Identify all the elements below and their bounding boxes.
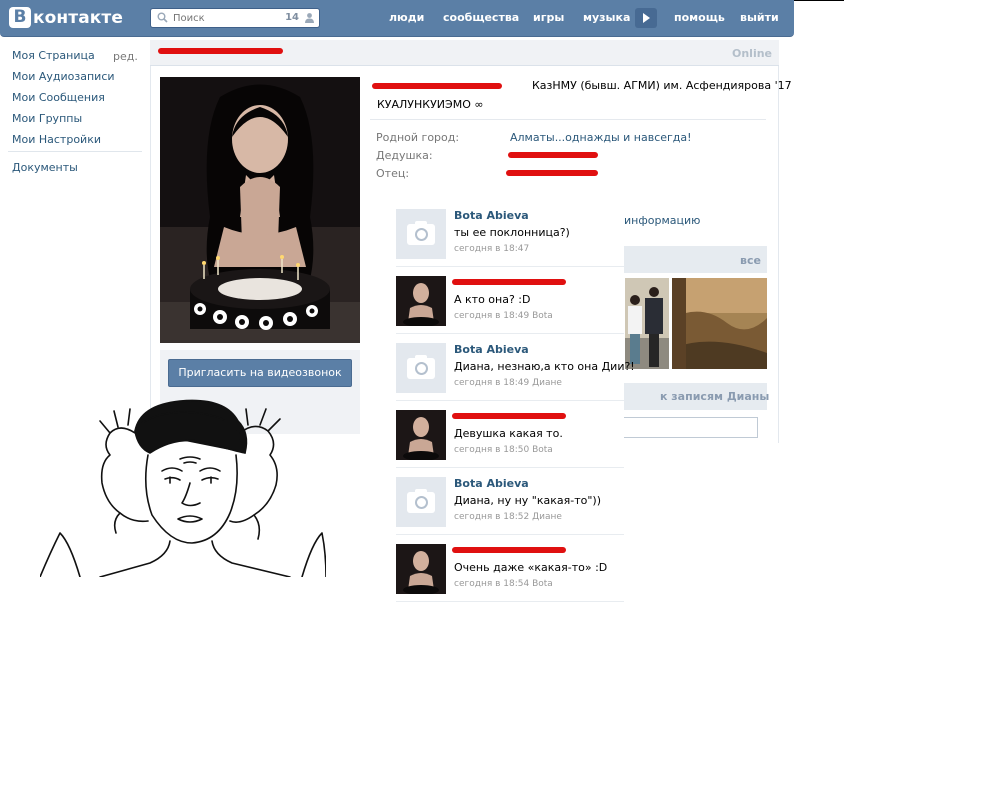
avatar[interactable] [396,276,446,326]
redacted-name [372,83,502,89]
search-box[interactable]: 14 [150,8,320,28]
redacted-father [506,170,598,176]
comment-item: Bota Abieva ты ее поклонница?) сегодня в… [396,200,624,267]
comment-author[interactable]: Bota Abieva [454,343,529,356]
comment-author[interactable]: Bota Abieva [454,477,529,490]
camera-icon[interactable] [396,477,446,527]
nav-games[interactable]: игры [533,11,564,24]
avatar-image [396,276,446,326]
vk-logo[interactable]: В контакте [9,7,123,28]
search-input[interactable] [173,11,273,25]
comment-text: Диана, незнаю,а кто она Дии?! [454,360,635,373]
comment-author[interactable]: Bota Abieva [454,209,529,222]
meme-face-drawing [40,399,326,577]
menu-my-page[interactable]: Моя Страница [12,49,95,62]
avatar[interactable] [396,544,446,594]
redacted-profile-name [158,48,283,54]
logo-text: контакте [33,7,124,28]
menu-edit-link[interactable]: ред. [113,50,138,63]
redacted-author [452,547,566,553]
avatar-image [396,544,446,594]
menu-documents[interactable]: Документы [12,161,78,174]
redacted-grandfather [508,152,598,158]
nav-music[interactable]: музыка [583,11,630,24]
comment-text: Очень даже «какая-то» :D [454,561,608,574]
nav-communities[interactable]: сообщества [443,11,519,24]
father-label: Отец: [376,167,410,180]
avatar-image [396,410,446,460]
comment-item: А кто она? :D сегодня в 18:49 Bota [396,267,624,334]
camera-icon[interactable] [396,343,446,393]
menu-my-settings[interactable]: Мои Настройки [12,133,101,146]
comment-text: А кто она? :D [454,293,531,306]
avatar[interactable] [396,410,446,460]
search-icon [157,12,168,23]
comment-text: ты ее поклонница?) [454,226,570,239]
side-photo-2-image [672,278,767,369]
wall-link[interactable]: к записям Дианы [660,390,769,403]
profile-activity-status: КУАЛУНКУИЭМО ∞ [377,98,484,111]
menu-my-groups[interactable]: Мои Группы [12,112,82,125]
side-photo-2[interactable] [672,278,767,369]
video-call-invite-button[interactable]: Пригласить на видеозвонок [168,359,352,387]
nav-people[interactable]: люди [389,11,424,24]
wall-input[interactable] [620,417,758,438]
online-status: Online [732,47,773,60]
nav-logout[interactable]: выйти [740,11,779,24]
grandfather-label: Дедушка: [376,149,433,162]
comment-item: Очень даже «какая-то» :D сегодня в 18:54… [396,535,624,602]
nav-help[interactable]: помощь [674,11,725,24]
hometown-value[interactable]: Алматы...однажды и навсегда! [510,131,692,144]
comment-time[interactable]: сегодня в 18:49 Диане [454,378,562,388]
more-info-link[interactable]: информацию [624,214,700,227]
comment-time[interactable]: сегодня в 18:54 Bota [454,579,553,589]
logo-letter: В [9,7,31,28]
comment-time[interactable]: сегодня в 18:47 [454,244,529,254]
comment-time[interactable]: сегодня в 18:50 Bota [454,445,553,455]
comment-item: Девушка какая то. сегодня в 18:50 Bota [396,401,624,468]
person-icon[interactable] [304,12,315,23]
comment-time[interactable]: сегодня в 18:52 Диане [454,512,562,522]
comment-item: Bota Abieva Диана, ну ну "какая-то")) се… [396,468,624,535]
comment-time[interactable]: сегодня в 18:49 Bota [454,311,553,321]
comments-list: Bota Abieva ты ее поклонница?) сегодня в… [396,200,635,602]
notification-count: 14 [285,12,299,23]
redacted-author [452,279,566,285]
comment-item: Bota Abieva Диана, незнаю,а кто она Дии?… [396,334,635,401]
comment-text: Диана, ну ну "какая-то")) [454,494,602,507]
menu-divider [8,151,142,152]
comment-text: Девушка какая то. [454,427,563,440]
university: КазНМУ (бывш. АГМИ) им. Асфендиярова '17 [532,79,792,92]
profile-photo[interactable] [160,77,360,343]
side-photo-1[interactable] [625,278,669,369]
side-photo-1-image [625,278,669,369]
profile-photo-image [160,77,360,343]
hometown-label: Родной город: [376,131,460,144]
camera-icon[interactable] [396,209,446,259]
redacted-author [452,413,566,419]
music-play-button[interactable] [635,8,657,28]
top-header: В контакте 14 люди сообщества игры музык… [0,0,794,37]
menu-my-audio[interactable]: Мои Аудиозаписи [12,70,115,83]
info-divider [370,119,766,120]
photos-all-link[interactable]: все [740,254,761,267]
menu-my-messages[interactable]: Мои Сообщения [12,91,105,104]
